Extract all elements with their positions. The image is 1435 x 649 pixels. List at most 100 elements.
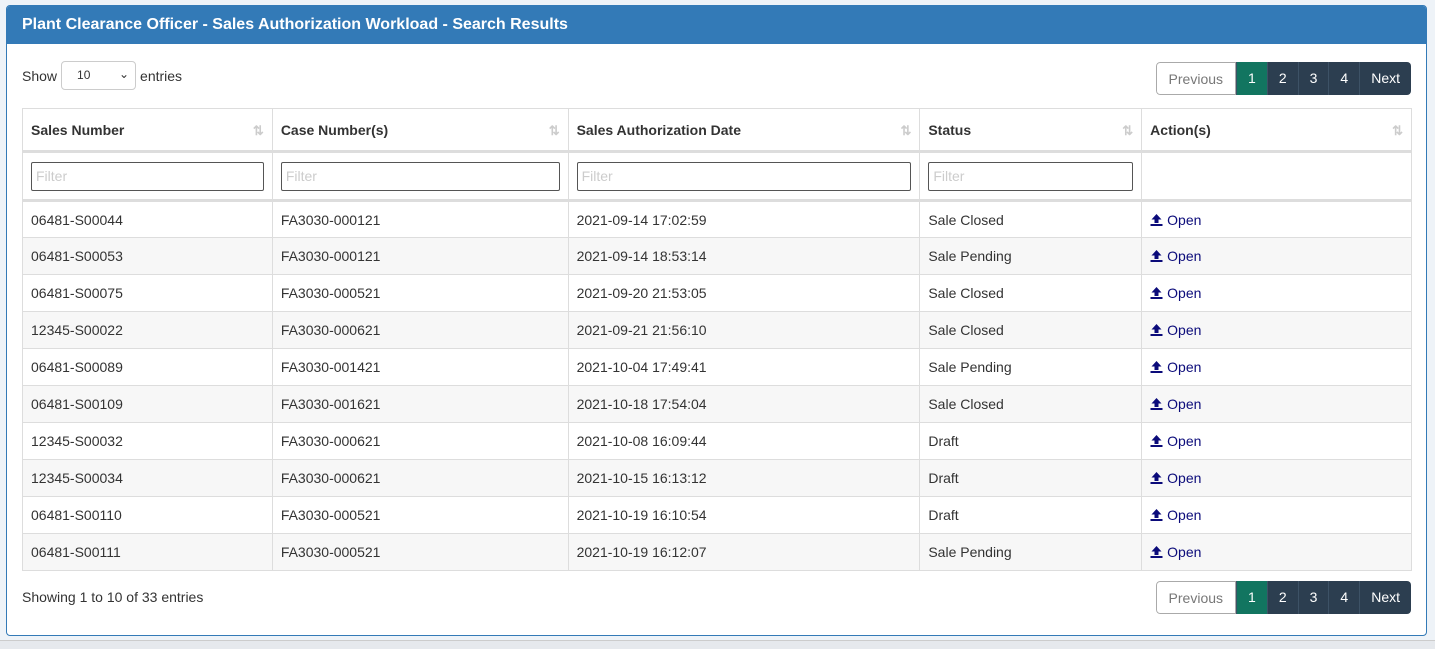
upload-icon [1150,361,1163,373]
page-length-control: Show 10 ⌄ entries [22,61,182,90]
status-cell: Sale Closed [919,311,1143,349]
page-4-button[interactable]: 4 [1328,62,1360,95]
open-link[interactable]: Open [1150,322,1201,338]
case-number-cell: FA3030-000121 [271,200,569,238]
case-number-cell: FA3030-001621 [271,385,569,423]
open-link[interactable]: Open [1150,470,1201,486]
open-link[interactable]: Open [1150,544,1201,560]
actions-cell: Open [1141,274,1412,312]
page-1-button[interactable]: 1 [1236,581,1267,614]
open-label: Open [1167,470,1202,486]
table-row: 12345-S00034 FA3030-000621 2021-10-15 16:1… [22,459,1412,497]
authorization-date-cell: 2021-09-14 18:53:14 [567,237,921,275]
page-1-button[interactable]: 1 [1236,62,1267,95]
status-cell: Sale Pending [919,348,1143,386]
column-header-sales-number[interactable]: Sales Number ⇅ [22,108,273,153]
upload-icon [1150,398,1163,410]
case-number-cell: FA3030-000621 [271,311,569,349]
sales-number-cell: 12345-S00032 [22,422,273,460]
sales-number-cell: 06481-S00109 [22,385,273,423]
column-header-status[interactable]: Status ⇅ [919,108,1143,153]
table-row: 06481-S00089 FA3030-001421 2021-10-04 17:4… [22,348,1412,386]
open-label: Open [1167,359,1202,375]
actions-cell: Open [1141,422,1412,460]
sort-icon: ⇅ [1392,123,1403,138]
case-number-cell: FA3030-000521 [271,496,569,534]
actions-cell: Open [1141,385,1412,423]
sales-number-cell: 06481-S00089 [22,348,273,386]
page-2-button[interactable]: 2 [1266,62,1298,95]
page-length-select[interactable]: 10 ⌄ [61,61,137,90]
authorization-date-cell: 2021-10-04 17:49:41 [567,348,921,386]
pagination-top: Previous 1 2 3 4 Next [1155,62,1411,95]
entries-label: entries [140,67,183,84]
open-link[interactable]: Open [1150,285,1201,301]
status-cell: Sale Closed [919,385,1143,423]
open-link[interactable]: Open [1150,507,1201,523]
date-filter[interactable] [576,161,912,191]
next-button[interactable]: Next [1359,62,1411,95]
table-row: 06481-S00053 FA3030-000121 2021-09-14 18:5… [22,237,1412,275]
header-label: Status [928,121,972,138]
case-number-filter[interactable] [280,161,560,191]
sales-number-filter[interactable] [31,161,264,191]
header-label: Action(s) [1150,121,1211,138]
page-footer-band [0,640,1435,649]
page-3-button[interactable]: 3 [1297,581,1329,614]
page-2-button[interactable]: 2 [1266,581,1298,614]
table-row: 06481-S00044 FA3030-000121 2021-09-14 17:0… [22,200,1412,238]
open-link[interactable]: Open [1150,212,1201,228]
sort-icon: ⇅ [252,123,264,138]
upload-icon [1150,287,1163,299]
show-label: Show [22,67,58,84]
filter-cell [567,151,921,202]
status-cell: Sale Pending [919,533,1143,571]
status-filter[interactable] [928,161,1134,191]
filter-cell [919,151,1143,202]
results-table: Sales Number ⇅ Case Number(s) ⇅ Sales Auth… [22,108,1412,571]
chevron-down-icon: ⌄ [118,67,130,81]
column-header-authorization-date[interactable]: Sales Authorization Date ⇅ [567,108,921,153]
open-link[interactable]: Open [1150,359,1201,375]
table-info: Showing 1 to 10 of 33 entries [22,589,204,605]
actions-cell: Open [1141,200,1412,238]
status-cell: Sale Closed [919,274,1143,312]
status-cell: Draft [919,496,1143,534]
header-label: Case Number(s) [280,121,389,138]
sort-icon: ⇅ [1122,123,1134,138]
open-link[interactable]: Open [1150,433,1201,449]
actions-cell: Open [1141,496,1412,534]
header-label: Sales Number [31,121,125,138]
column-header-actions[interactable]: Action(s) ⇅ [1141,108,1412,153]
open-label: Open [1167,433,1202,449]
authorization-date-cell: 2021-09-14 17:02:59 [567,200,921,238]
open-link[interactable]: Open [1150,396,1201,412]
previous-button[interactable]: Previous [1155,62,1237,95]
previous-button[interactable]: Previous [1155,581,1237,614]
filter-cell [271,151,569,202]
pagination-bottom: Previous 1 2 3 4 Next [1155,581,1411,614]
column-header-case-numbers[interactable]: Case Number(s) ⇅ [271,108,569,153]
page-3-button[interactable]: 3 [1297,62,1329,95]
sales-number-cell: 12345-S00022 [22,311,273,349]
actions-cell: Open [1141,311,1412,349]
upload-icon [1150,250,1163,262]
open-label: Open [1167,544,1202,560]
open-label: Open [1167,507,1202,523]
case-number-cell: FA3030-000121 [271,237,569,275]
page-4-button[interactable]: 4 [1328,581,1360,614]
open-label: Open [1167,211,1202,228]
filter-cell-empty [1141,151,1412,202]
authorization-date-cell: 2021-10-18 17:54:04 [567,385,921,423]
case-number-cell: FA3030-000521 [271,274,569,312]
authorization-date-cell: 2021-10-15 16:13:12 [567,459,921,497]
authorization-date-cell: 2021-09-20 21:53:05 [567,274,921,312]
case-number-cell: FA3030-000621 [271,459,569,497]
open-link[interactable]: Open [1150,248,1201,264]
sales-number-cell: 12345-S00034 [22,459,273,497]
upload-icon [1150,472,1163,484]
authorization-date-cell: 2021-10-19 16:10:54 [567,496,921,534]
open-label: Open [1167,285,1202,301]
case-number-cell: FA3030-001421 [271,348,569,386]
next-button[interactable]: Next [1359,581,1411,614]
